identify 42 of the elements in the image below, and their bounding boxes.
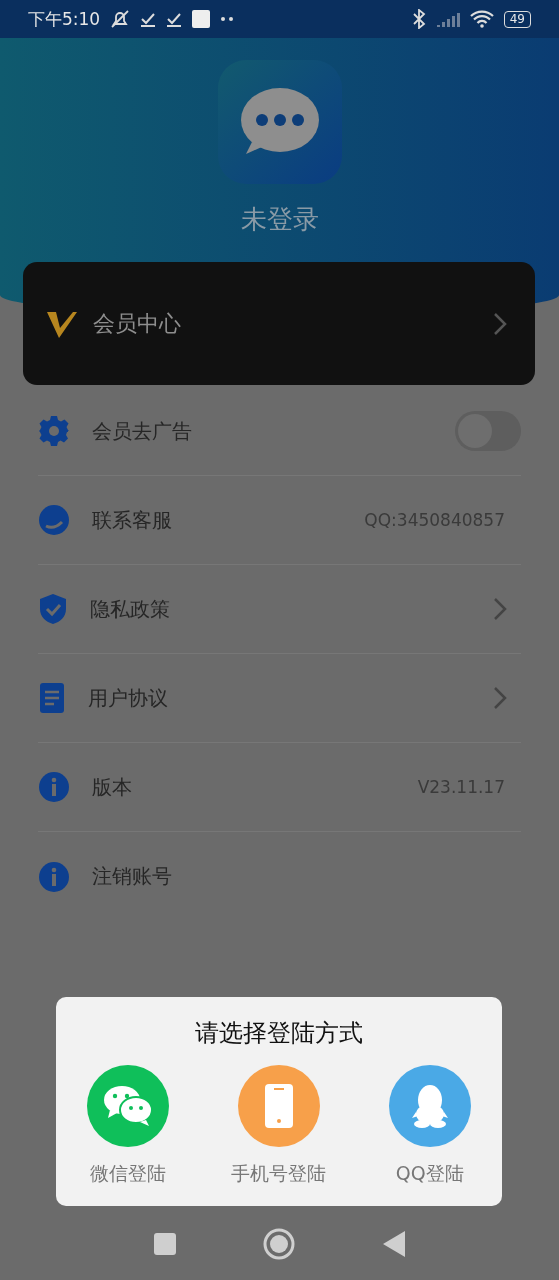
- vip-center-label: 会员中心: [93, 309, 182, 338]
- chat-bubble-icon: [239, 87, 320, 157]
- shield-check-icon: [38, 593, 68, 625]
- document-icon: [38, 682, 66, 714]
- vip-center-card[interactable]: 会员中心: [23, 262, 535, 385]
- home-icon[interactable]: [263, 1228, 296, 1260]
- checkmark-icon: [140, 11, 157, 27]
- menu-row[interactable]: 会员去广告: [38, 387, 521, 476]
- back-icon[interactable]: [383, 1231, 406, 1257]
- login-option-label[interactable]: QQ登陆: [395, 1161, 464, 1187]
- menu-row[interactable]: 用户协议: [38, 654, 521, 743]
- signal-icon: [435, 11, 460, 27]
- battery-level: 49: [503, 10, 531, 28]
- status-time: 下午5:10: [28, 7, 101, 31]
- wifi-icon: [469, 10, 494, 28]
- recent-apps-icon[interactable]: [153, 1233, 176, 1255]
- square-icon: [192, 10, 211, 28]
- login-option-label[interactable]: 手机号登陆: [231, 1161, 327, 1187]
- phone-icon: [265, 1084, 293, 1128]
- dots-icon: [220, 16, 235, 22]
- menu-row[interactable]: 隐私政策: [38, 565, 521, 654]
- chevron-right-icon: [493, 597, 507, 621]
- gear-icon: [38, 415, 70, 447]
- chevron-right-icon: [493, 686, 507, 710]
- menu-label: 注销账号: [92, 863, 173, 890]
- penguin-icon: [411, 1084, 448, 1128]
- chevron-right-icon: [493, 311, 507, 336]
- login-status: 未登录: [240, 203, 319, 236]
- menu-label: 版本: [92, 773, 133, 801]
- bell-off-icon: [110, 9, 131, 29]
- menu-label: 用户协议: [88, 684, 169, 712]
- menu-label: 联系客服: [92, 506, 173, 534]
- info-icon: [38, 860, 70, 893]
- v-logo-icon: [47, 309, 77, 338]
- menu-label: 隐私政策: [90, 595, 171, 623]
- checkmark-icon: [166, 11, 183, 27]
- dialog-title: 请选择登陆方式: [195, 1018, 363, 1049]
- menu-label: 会员去广告: [92, 417, 193, 445]
- menu-row[interactable]: 注销账号: [38, 832, 521, 921]
- info-icon: [38, 771, 70, 803]
- bluetooth-icon: [411, 9, 426, 29]
- login-option-label[interactable]: 微信登陆: [90, 1161, 167, 1187]
